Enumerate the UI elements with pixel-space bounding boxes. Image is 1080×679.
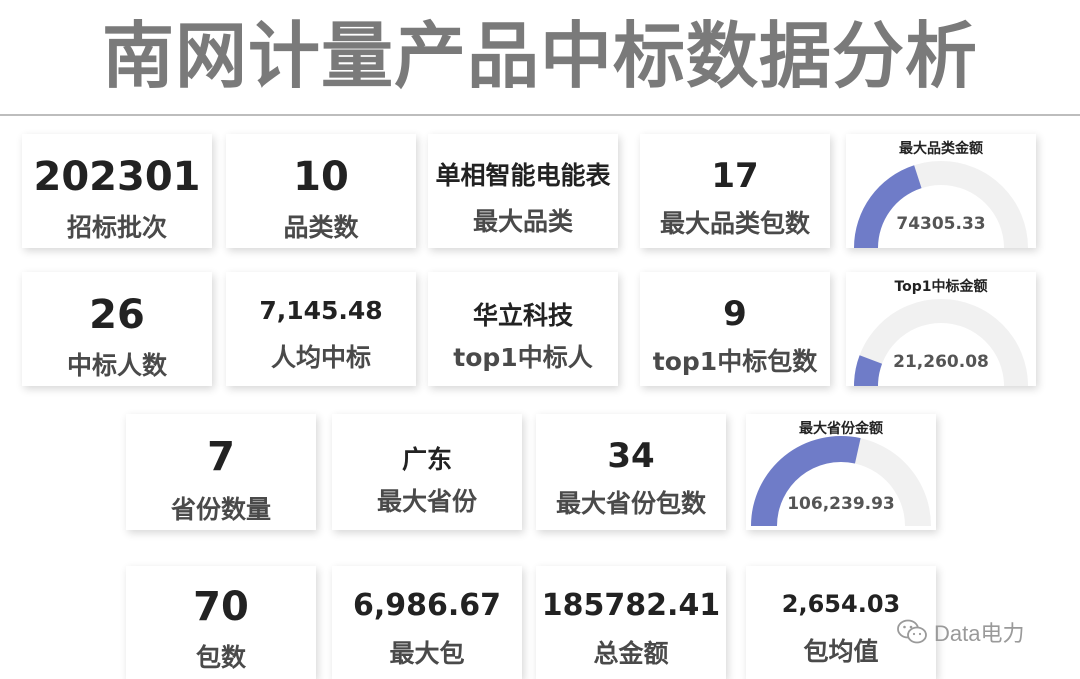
kpi-value: 185782.41: [541, 588, 721, 623]
kpi-value: 70: [193, 584, 249, 630]
kpi-label: 品类数: [283, 213, 359, 242]
gauge-card-largest-category-amount: 最大品类金额 74305.33: [846, 134, 1036, 248]
kpi-value: 10: [293, 154, 349, 200]
kpi-label: 最大品类: [472, 207, 573, 236]
kpi-label: 总金额: [593, 639, 669, 668]
kpi-label: 招标批次: [66, 213, 167, 242]
kpi-card-largest-category: 单相智能电能表 最大品类: [428, 134, 618, 248]
kpi-value: 7,145.48: [259, 296, 383, 325]
kpi-label: 最大省份: [376, 487, 477, 516]
watermark: Data电力: [896, 612, 1024, 652]
gauge-value: 21,260.08: [893, 352, 989, 372]
kpi-label: 人均中标: [270, 343, 371, 372]
kpi-card-bid-batch: 202301 招标批次: [22, 134, 212, 248]
kpi-value: 7: [207, 434, 235, 480]
kpi-card-total-amount: 185782.41 总金额: [536, 566, 726, 679]
kpi-card-category-count: 10 品类数: [226, 134, 416, 248]
kpi-label: 最大包: [389, 639, 465, 668]
gauge-track: [854, 299, 1028, 386]
kpi-value: 17: [711, 156, 759, 196]
kpi-label: top1中标包数: [652, 347, 818, 376]
gauge-value: 74305.33: [896, 214, 986, 234]
kpi-label: 最大省份包数: [555, 489, 706, 518]
kpi-label: 中标人数: [66, 351, 167, 380]
kpi-card-largest-category-packages: 17 最大品类包数: [640, 134, 830, 248]
kpi-card-winner-count: 26 中标人数: [22, 272, 212, 386]
kpi-card-top1-winner: 华立科技 top1中标人: [428, 272, 618, 386]
title-divider: [0, 114, 1080, 116]
kpi-value: 华立科技: [472, 301, 573, 330]
page-title: 南网计量产品中标数据分析: [101, 14, 978, 98]
kpi-card-largest-province-packages: 34 最大省份包数: [536, 414, 726, 530]
wechat-icon: [897, 619, 927, 644]
kpi-card-package-count: 70 包数: [126, 566, 316, 679]
kpi-label: 最大品类包数: [659, 209, 810, 238]
kpi-card-avg-per-winner: 7,145.48 人均中标: [226, 272, 416, 386]
kpi-value: 202301: [33, 154, 201, 200]
kpi-card-top1-packages: 9 top1中标包数: [640, 272, 830, 386]
kpi-value: 广东: [401, 445, 452, 474]
kpi-label: 包数: [195, 643, 246, 672]
gauge-card-top1-amount: Top1中标金额 21,260.08: [846, 272, 1036, 386]
kpi-card-max-package: 6,986.67 最大包: [332, 566, 522, 679]
watermark-text: Data电力: [934, 621, 1025, 646]
kpi-value: 6,986.67: [352, 588, 502, 623]
kpi-label: 省份数量: [170, 495, 271, 524]
gauge-value: 106,239.93: [787, 494, 895, 514]
gauge-card-largest-province-amount: 最大省份金额 106,239.93: [746, 414, 936, 530]
kpi-card-province-count: 7 省份数量: [126, 414, 316, 530]
kpi-value: 单相智能电能表: [435, 161, 611, 190]
kpi-label: top1中标人: [453, 343, 593, 372]
kpi-value: 9: [723, 294, 747, 334]
kpi-value: 26: [89, 292, 145, 338]
kpi-value: 34: [607, 436, 655, 476]
kpi-card-largest-province: 广东 最大省份: [332, 414, 522, 530]
gauge-fill: [854, 165, 922, 248]
